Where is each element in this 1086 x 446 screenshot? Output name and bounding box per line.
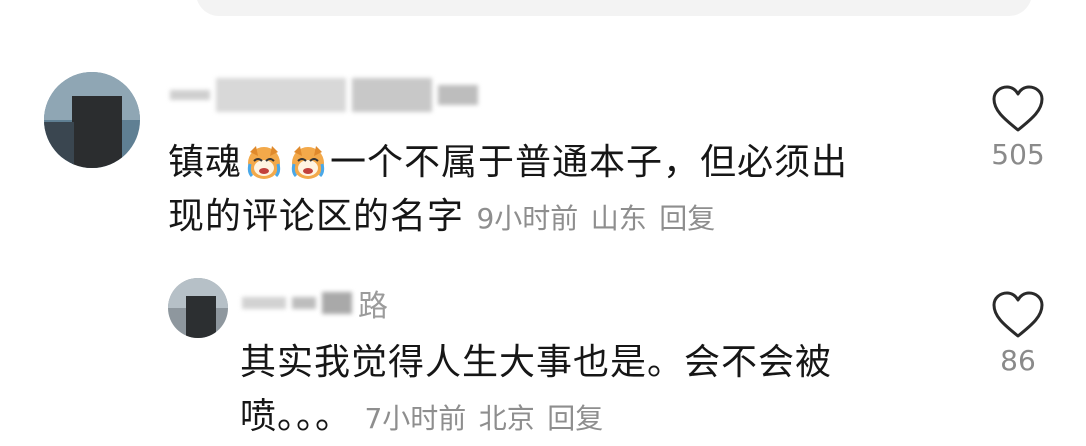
username-visible-part: 路 [358, 289, 388, 324]
crying-laughing-dog-emoji [247, 146, 281, 179]
reply-button[interactable]: 回复 [547, 402, 603, 435]
comment-text: 其实我觉得人生大事也是。会不会被 喷。。。 7小时前 北京 回复 [240, 342, 833, 437]
heart-icon [992, 291, 1044, 338]
like-count: 86 [1000, 344, 1036, 377]
heart-icon [992, 85, 1044, 132]
comment-location: 山东 [590, 202, 647, 235]
username-partially-blurred[interactable]: 路 [242, 284, 388, 324]
comment-text: 镇魂 一个不属于普通本子，但必须出 现的评论区的名字 9小时前 山东 回复 [168, 142, 849, 237]
reply-button[interactable]: 回复 [659, 202, 715, 235]
crying-laughing-dog-emoji [291, 146, 325, 179]
comment-time: 7小时前 [364, 402, 467, 435]
avatar[interactable] [44, 72, 140, 168]
like-button[interactable]: 505 [988, 84, 1048, 171]
comment-time: 9小时前 [476, 202, 579, 235]
comment-location: 北京 [478, 402, 535, 435]
comment-input-box[interactable] [196, 0, 1032, 16]
username-blurred[interactable] [170, 76, 478, 114]
like-button[interactable]: 86 [988, 290, 1048, 377]
avatar[interactable] [168, 278, 228, 338]
like-count: 505 [991, 138, 1045, 171]
